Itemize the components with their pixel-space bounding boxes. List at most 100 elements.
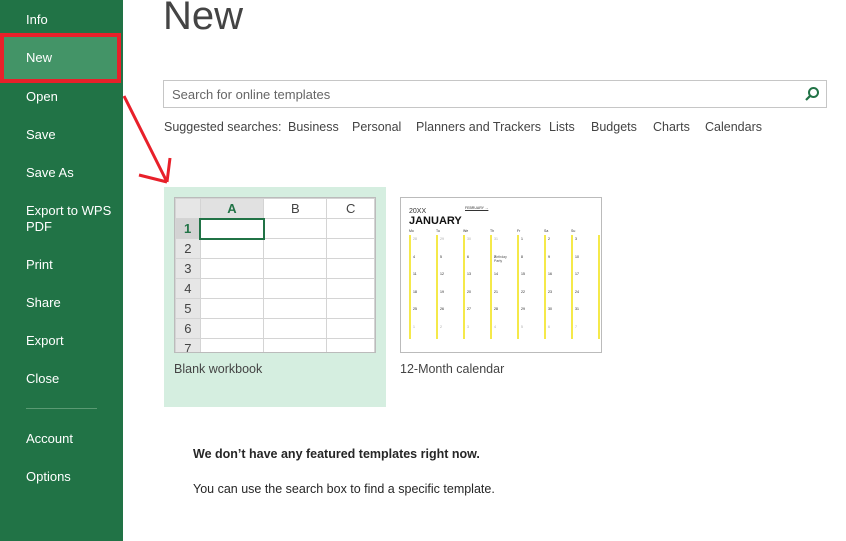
search-icon[interactable] — [804, 86, 820, 102]
suggested-calendars[interactable]: Calendars — [705, 120, 762, 134]
cell — [199, 298, 265, 319]
calendar-day: 2 — [548, 237, 550, 241]
suggested-budgets[interactable]: Budgets — [591, 120, 637, 134]
nav-print[interactable]: Print — [0, 257, 123, 273]
highlight-annotation — [0, 33, 121, 83]
cell — [199, 258, 265, 279]
cell — [326, 218, 375, 239]
calendar-day: 3 — [467, 324, 469, 329]
nav-share[interactable]: Share — [0, 295, 123, 311]
calendar-day: 5 — [440, 254, 442, 259]
nav-close[interactable]: Close — [0, 371, 123, 387]
calendar-day: 1 — [413, 324, 415, 329]
calendar-year: 20XX — [409, 208, 427, 215]
calendar-day: 16 — [548, 272, 552, 276]
calendar-day: 7 — [575, 324, 577, 329]
cell — [263, 338, 328, 352]
blank-workbook-label[interactable]: Blank workbook — [174, 362, 262, 376]
calendar-day: 8 — [521, 254, 523, 259]
calendar-day: 10 — [575, 254, 579, 259]
nav-open[interactable]: Open — [0, 89, 123, 105]
nav-account[interactable]: Account — [0, 431, 123, 447]
row-header: 4 — [175, 278, 201, 299]
cell — [263, 318, 328, 339]
calendar-day: 2 — [440, 324, 442, 329]
cell — [326, 278, 375, 299]
suggested-personal[interactable]: Personal — [352, 120, 401, 134]
cell — [199, 278, 265, 299]
calendar-day: 31 — [575, 307, 579, 311]
calendar-day: 30 — [548, 307, 552, 311]
cell — [326, 238, 375, 259]
no-templates-heading: We don’t have any featured templates rig… — [193, 447, 480, 461]
calendar-day: 4 — [413, 254, 415, 259]
nav-export[interactable]: Export — [0, 333, 123, 349]
suggested-business[interactable]: Business — [288, 120, 339, 134]
cell — [199, 338, 265, 352]
calendar-day: 13 — [467, 272, 471, 276]
column-bar — [436, 235, 438, 339]
column-bar — [463, 235, 465, 339]
calendar-month: JANUARY — [409, 215, 462, 227]
calendar-day: 20 — [467, 289, 471, 294]
suggested-planners[interactable]: Planners and Trackers — [416, 120, 541, 134]
sidebar-divider — [26, 408, 97, 409]
calendar-day: 3 — [575, 237, 577, 241]
row-header: 1 — [175, 218, 201, 239]
nav-options[interactable]: Options — [0, 469, 123, 485]
calendar-day: 1 — [521, 237, 523, 241]
row-header: 6 — [175, 318, 201, 339]
cell — [263, 278, 328, 299]
calendar-day: 30 — [467, 237, 471, 241]
suggested-lists[interactable]: Lists — [549, 120, 575, 134]
row-header: 2 — [175, 238, 201, 259]
cell — [326, 258, 375, 279]
search-input[interactable] — [164, 81, 784, 107]
weekday: Fr — [517, 229, 521, 233]
nav-info[interactable]: Info — [0, 12, 123, 28]
weekday: We — [463, 229, 469, 233]
calendar-day: 29 — [440, 237, 444, 241]
calendar-label[interactable]: 12-Month calendar — [400, 362, 504, 376]
row-header: 3 — [175, 258, 201, 279]
calendar-day: 27 — [467, 307, 471, 311]
cell — [263, 218, 328, 239]
cell — [326, 318, 375, 339]
row-header: 5 — [175, 298, 201, 319]
cell — [263, 258, 328, 279]
calendar-day: 6 — [548, 324, 550, 329]
column-bar — [544, 235, 546, 339]
nav-export-wps-pdf[interactable]: Export to WPS PDF — [0, 203, 123, 235]
cell — [326, 298, 375, 319]
cell — [199, 238, 265, 259]
calendar-day: 29 — [521, 307, 525, 311]
calendar-day: 9 — [548, 254, 550, 259]
column-bar — [571, 235, 573, 339]
calendar-day: 24 — [575, 289, 579, 294]
calendar-day: 28 — [494, 307, 498, 311]
calendar-day: 4 — [494, 324, 496, 329]
page-title: New — [163, 0, 244, 38]
calendar-event: Birthday Party — [494, 255, 507, 263]
weekday: Tu — [436, 229, 440, 233]
weekday: Su — [571, 229, 576, 233]
nav-save[interactable]: Save — [0, 127, 123, 143]
row-header: 7 — [175, 338, 201, 352]
blank-workbook-thumbnail[interactable]: A B C 1234567 — [174, 197, 376, 353]
cell — [199, 318, 265, 339]
cell — [263, 238, 328, 259]
nav-save-as[interactable]: Save As — [0, 165, 123, 181]
cell — [199, 217, 265, 240]
suggested-charts[interactable]: Charts — [653, 120, 690, 134]
calendar-day: 21 — [494, 289, 498, 294]
calendar-day: 31 — [494, 237, 498, 241]
col-header-b: B — [263, 198, 328, 219]
calendar-day: 17 — [575, 272, 579, 276]
cell — [263, 298, 328, 319]
suggested-label: Suggested searches: — [164, 120, 282, 134]
calendar-day: 18 — [413, 289, 417, 294]
column-bar — [409, 235, 411, 339]
template-search — [163, 80, 827, 108]
col-header-c: C — [326, 198, 375, 219]
calendar-thumbnail[interactable]: 20XX FEBRUARY → JANUARY Mo Tu We Th Fr Sa Su 28… — [400, 197, 602, 353]
